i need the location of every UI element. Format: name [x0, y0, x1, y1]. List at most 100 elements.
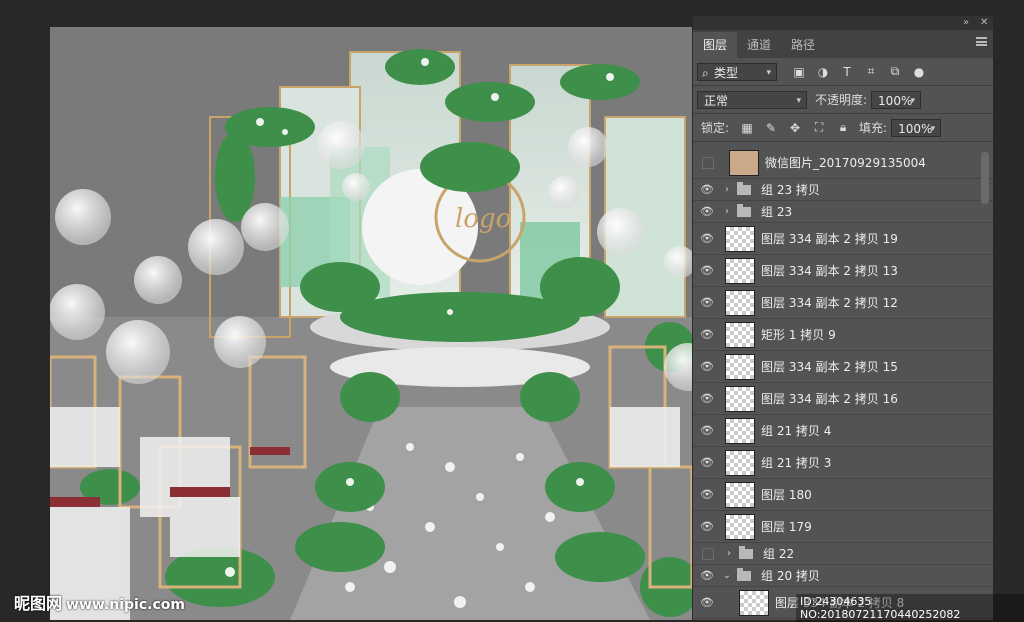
panel-tabs: 图层 通道 路径 [693, 30, 993, 58]
eye-icon[interactable]: 👁︎ [693, 488, 721, 501]
wedding-stage-artwork[interactable]: logo [50, 27, 692, 620]
collapse-icon[interactable]: » [963, 16, 969, 30]
layer-name: 图层 180 [761, 488, 812, 502]
lock-label: 锁定: [701, 121, 730, 135]
layer-thumbnail [725, 513, 755, 540]
chevron-right-icon[interactable]: › [721, 206, 733, 217]
lock-image-icon[interactable]: ✎ [761, 121, 781, 135]
eye-icon[interactable]: 👁︎ [693, 520, 721, 533]
tab-channels[interactable]: 通道 [737, 32, 781, 58]
blend-row: 正常 ▾ 不透明度: 100% ▾ [693, 86, 993, 114]
search-icon: ⌕ [702, 65, 709, 80]
eye-icon[interactable]: 👁︎ [693, 328, 721, 341]
layer-filter-select[interactable]: ⌕ 类型 ▾ [697, 62, 777, 81]
layer-group-row[interactable]: › 组 22 [693, 543, 993, 565]
eye-icon[interactable]: 👁︎ [693, 360, 721, 373]
image-filter-icon[interactable]: ▣ [789, 65, 809, 79]
wedding-stage-illustration: logo [50, 27, 692, 620]
layer-row[interactable]: 👁︎ 图层 179 [693, 511, 993, 543]
eye-icon[interactable]: 👁︎ [693, 183, 721, 196]
eye-icon[interactable]: 👁︎ [693, 205, 721, 218]
layer-name: 图层 334 副本 2 拷贝 19 [761, 232, 898, 246]
eye-icon[interactable]: 👁︎ [693, 392, 721, 405]
layer-name: 组 22 [763, 547, 795, 561]
layers-panel: » ✕ 图层 通道 路径 ⌕ 类型 ▾ ▣ ◑ T ⌗ ⧉ ● 正常 ▾ 不透明… [692, 16, 993, 620]
layer-thumbnail [725, 481, 755, 508]
layer-group-row[interactable]: 👁︎ ⌄ 组 20 拷贝 [693, 565, 993, 587]
layer-thumbnail [725, 321, 755, 348]
layer-row[interactable]: 👁︎ 组 21 拷贝 3 [693, 447, 993, 479]
opacity-input[interactable]: 100% ▾ [871, 90, 922, 109]
layer-name: 图层 334 副本 2 拷贝 12 [761, 296, 898, 310]
layer-group-row[interactable]: 👁︎ › 组 23 拷贝 [693, 179, 993, 201]
layer-row[interactable]: 👁︎ 图层 334 副本 2 拷贝 12 [693, 287, 993, 319]
layer-group-row[interactable]: 👁︎ › 组 23 [693, 201, 993, 223]
lock-all-icon[interactable]: 🔒︎ [833, 120, 853, 135]
opacity-label: 不透明度: [815, 93, 868, 107]
tab-paths[interactable]: 路径 [781, 32, 825, 58]
image-id-watermark: ID:24304635 NO:20180721170440252082 [796, 594, 1024, 622]
eye-icon[interactable]: 👁︎ [693, 456, 721, 469]
layers-scrollbar[interactable] [981, 152, 989, 204]
chevron-down-icon: ▾ [796, 95, 801, 106]
layer-name: 组 23 [761, 205, 793, 219]
layer-row[interactable]: 👁︎ 图层 334 副本 2 拷贝 15 [693, 351, 993, 383]
eye-icon[interactable]: 👁︎ [693, 264, 721, 277]
layer-thumbnail [725, 225, 755, 252]
layer-name: 图层 179 [761, 520, 812, 534]
layer-thumbnail [725, 289, 755, 316]
panel-titlebar: » ✕ [693, 16, 993, 30]
chevron-right-icon[interactable]: › [723, 548, 735, 559]
layer-thumbnail [729, 149, 759, 176]
blend-mode-select[interactable]: 正常 ▾ [697, 90, 807, 109]
chevron-right-icon[interactable]: › [721, 184, 733, 195]
eye-icon[interactable]: 👁︎ [693, 424, 721, 437]
panel-menu-icon[interactable] [976, 37, 987, 46]
site-watermark: 昵图网 www.nipic.com [14, 590, 185, 614]
chevron-down-icon: ▾ [930, 123, 936, 134]
layer-name: 图层 334 副本 2 拷贝 15 [761, 360, 898, 374]
layer-row[interactable]: 👁︎ 图层 334 副本 2 拷贝 13 [693, 255, 993, 287]
folder-icon [737, 181, 751, 195]
lock-artboard-icon[interactable]: ⛶ [809, 120, 829, 135]
close-icon[interactable]: ✕ [980, 16, 988, 30]
folder-icon [737, 203, 751, 217]
layer-row[interactable]: 👁︎ 图层 334 副本 2 拷贝 19 [693, 223, 993, 255]
blend-mode-value: 正常 [704, 93, 729, 108]
watermark-url: www.nipic.com [66, 597, 185, 613]
layer-row[interactable]: 👁︎ 图层 334 副本 2 拷贝 16 [693, 383, 993, 415]
fill-label: 填充: [859, 121, 888, 135]
lock-row: 锁定: ▦ ✎ ✥ ⛶ 🔒︎ 填充: 100% ▾ [693, 114, 993, 142]
shape-filter-icon[interactable]: ⌗ [861, 64, 881, 79]
lock-position-icon[interactable]: ✥ [785, 121, 805, 135]
eye-icon[interactable]: 👁︎ [693, 569, 721, 582]
eye-icon[interactable]: 👁︎ [693, 232, 721, 245]
tab-layers[interactable]: 图层 [693, 32, 738, 58]
layer-thumbnail [725, 449, 755, 476]
eye-icon[interactable]: 👁︎ [693, 296, 721, 309]
layer-row[interactable]: 微信图片_20170929135004 [693, 147, 993, 179]
visibility-toggle[interactable] [702, 156, 714, 169]
layer-name: 微信图片_20170929135004 [765, 156, 926, 170]
filter-toggle-icon[interactable]: ● [909, 65, 929, 79]
watermark-site-name: 昵图网 [14, 594, 63, 613]
eye-icon[interactable]: 👁︎ [693, 596, 721, 609]
smartobject-filter-icon[interactable]: ⧉ [885, 64, 905, 79]
chevron-down-icon[interactable]: ⌄ [721, 570, 733, 581]
layer-thumbnail [725, 417, 755, 444]
layer-row[interactable]: 👁︎ 矩形 1 拷贝 9 [693, 319, 993, 351]
fill-input[interactable]: 100% ▾ [891, 118, 942, 137]
layer-name: 组 20 拷贝 [761, 569, 820, 583]
adjustment-filter-icon[interactable]: ◑ [813, 65, 833, 79]
visibility-toggle[interactable] [702, 547, 714, 560]
layer-row[interactable]: 👁︎ 图层 180 [693, 479, 993, 511]
layer-thumbnail [725, 353, 755, 380]
folder-icon [739, 545, 753, 559]
lock-transparency-icon[interactable]: ▦ [737, 121, 757, 135]
layer-name: 组 21 拷贝 3 [761, 456, 832, 470]
filter-value: 类型 [714, 65, 739, 80]
layer-row[interactable]: 👁︎ 组 21 拷贝 4 [693, 415, 993, 447]
text-filter-icon[interactable]: T [837, 65, 857, 79]
chevron-down-icon: ▾ [910, 95, 916, 106]
layer-name: 组 21 拷贝 4 [761, 424, 832, 438]
